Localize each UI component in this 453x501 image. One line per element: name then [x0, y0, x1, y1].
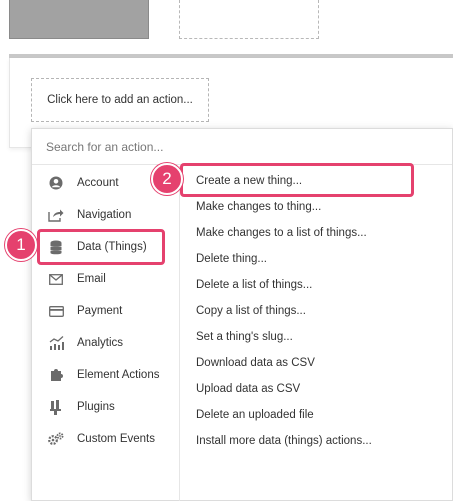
action-install-more-data-actions[interactable]: Install more data (things) actions...: [196, 432, 372, 450]
category-label: Custom Events: [77, 433, 155, 445]
category-label: Data (Things): [77, 241, 147, 253]
custom-events-icon: [48, 431, 64, 447]
category-label: Payment: [77, 305, 123, 317]
add-action-button[interactable]: Click here to add an action...: [31, 78, 209, 122]
payment-icon: [48, 303, 64, 319]
action-set-thing-slug[interactable]: Set a thing's slug...: [196, 328, 293, 346]
action-make-changes-to-list[interactable]: Make changes to a list of things...: [196, 224, 367, 242]
action-delete-thing[interactable]: Delete thing...: [196, 250, 267, 268]
email-icon: [48, 271, 64, 287]
step-badge-2: 2: [151, 163, 183, 195]
analytics-icon: [48, 335, 64, 351]
action-create-new-thing[interactable]: Create a new thing...: [196, 172, 302, 190]
action-make-changes-to-thing[interactable]: Make changes to thing...: [196, 198, 321, 216]
category-element-actions[interactable]: Element Actions: [32, 359, 179, 391]
step-badge-1: 1: [5, 229, 37, 261]
action-list: Create a new thing... Make changes to th…: [181, 166, 451, 501]
category-label: Element Actions: [77, 369, 160, 381]
selected-element-block[interactable]: [9, 0, 149, 39]
action-delete-uploaded-file[interactable]: Delete an uploaded file: [196, 406, 314, 424]
category-label: Email: [77, 273, 106, 285]
category-label: Plugins: [77, 401, 115, 413]
action-search-input[interactable]: [32, 129, 452, 165]
database-icon: [48, 239, 64, 255]
account-icon: [48, 175, 64, 191]
category-email[interactable]: Email: [32, 263, 179, 295]
element-actions-icon: [48, 367, 64, 383]
plugins-icon: [48, 399, 64, 415]
category-navigation[interactable]: Navigation: [32, 199, 179, 231]
action-delete-list-of-things[interactable]: Delete a list of things...: [196, 276, 312, 294]
action-copy-list-of-things[interactable]: Copy a list of things...: [196, 302, 306, 320]
category-payment[interactable]: Payment: [32, 295, 179, 327]
category-label: Account: [77, 177, 119, 189]
category-label: Analytics: [77, 337, 124, 349]
navigation-icon: [48, 207, 64, 223]
action-dropdown: Account Navigation Data (Things) Email P…: [31, 128, 453, 501]
action-upload-csv[interactable]: Upload data as CSV: [196, 380, 300, 398]
category-custom-events[interactable]: Custom Events: [32, 423, 179, 455]
action-download-csv[interactable]: Download data as CSV: [196, 354, 315, 372]
category-plugins[interactable]: Plugins: [32, 391, 179, 423]
category-analytics[interactable]: Analytics: [32, 327, 179, 359]
category-list: Account Navigation Data (Things) Email P…: [32, 166, 180, 501]
category-label: Navigation: [77, 209, 132, 221]
empty-element-placeholder[interactable]: [179, 0, 319, 39]
category-data-things[interactable]: Data (Things): [32, 231, 179, 263]
